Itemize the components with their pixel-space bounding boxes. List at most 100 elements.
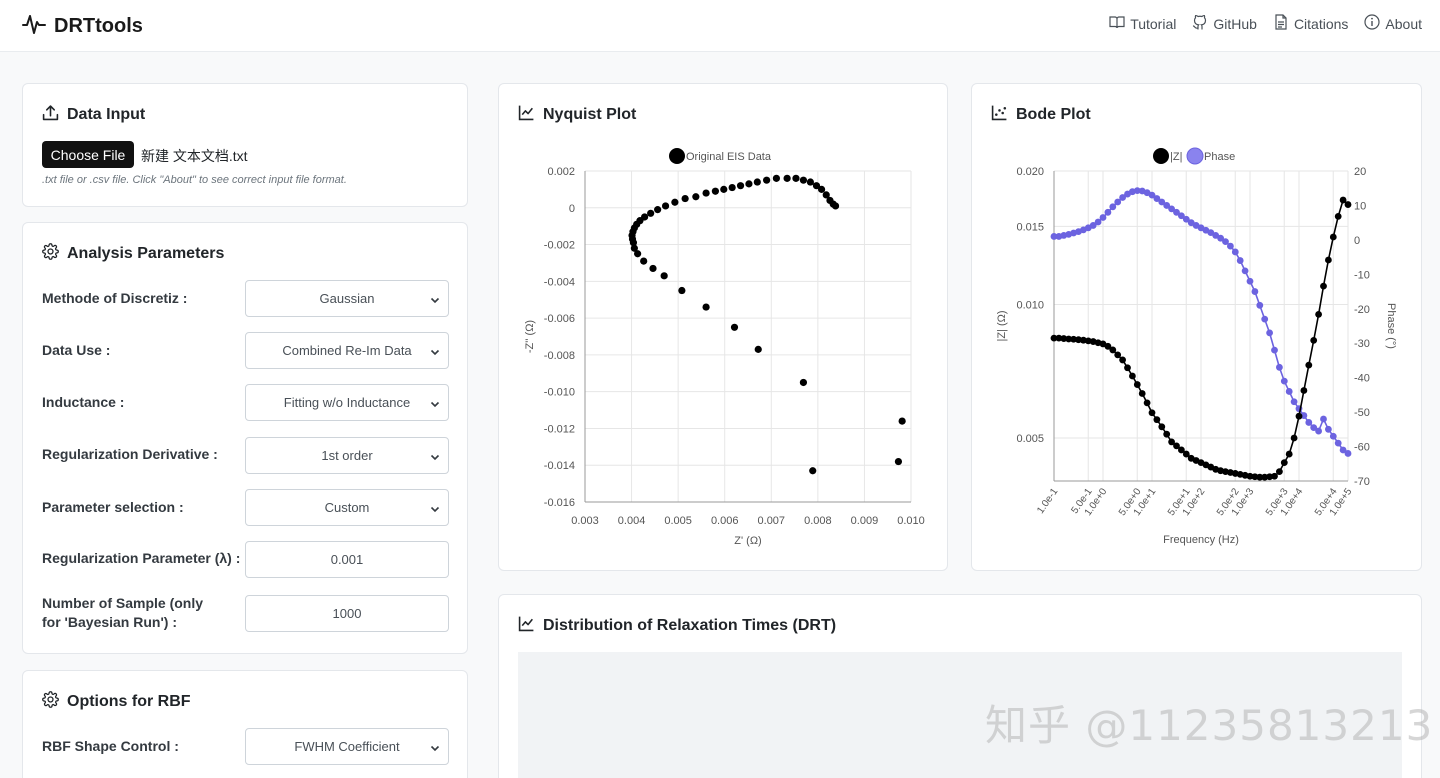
magnitude-point: [1285, 450, 1293, 458]
selected-file-name: 新建 文本文档.txt: [141, 148, 248, 164]
param-label-parameter-selection: Parameter selection :: [42, 499, 184, 515]
analysis-parameters-title: Analysis Parameters: [67, 245, 225, 262]
nyquist-card: Nyquist Plot 0.003 0.004 0.005 0.006 0.007 0.…: [498, 83, 948, 571]
brand[interactable]: DRTtools: [22, 12, 143, 41]
data-point: [711, 187, 719, 195]
nav-citations[interactable]: Citations: [1273, 14, 1348, 33]
phase-point: [1241, 267, 1249, 275]
param-label-data-use: Data Use :: [42, 342, 111, 358]
phase-point: [1099, 214, 1107, 221]
y-axis-title: |Z| (Ω): [996, 310, 1008, 341]
data-point: [736, 182, 745, 190]
magnitude-point: [1344, 201, 1352, 208]
nav-tutorial[interactable]: Tutorial: [1109, 14, 1176, 33]
y2-tick-label: -10: [1354, 269, 1370, 281]
magnitude-point: [1109, 346, 1117, 354]
y2-axis-title: Phase (°): [1385, 303, 1397, 349]
github-icon: [1192, 14, 1208, 33]
x-tick-label: 0.007: [758, 515, 786, 527]
x-tick-label: 0.004: [618, 515, 646, 527]
nav-about-label: About: [1385, 15, 1422, 32]
phase-point: [1305, 419, 1313, 426]
data-point: [634, 250, 642, 258]
magnitude-point: [1163, 430, 1171, 438]
analysis-parameters-heading: Analysis Parameters: [42, 243, 224, 265]
chevron-down-icon: [430, 741, 440, 756]
data-point: [792, 174, 800, 182]
inductance-select-value: Fitting w/o Inductance: [283, 395, 411, 410]
chevron-down-icon: [430, 293, 440, 308]
magnitude-point: [1290, 434, 1298, 442]
y-tick-label: -0.010: [544, 387, 575, 399]
data-point: [654, 206, 662, 214]
discretization-select[interactable]: Gaussian: [245, 280, 449, 317]
param-label-regularization-parameter: Regularization Parameter (λ) :: [42, 550, 241, 566]
data-input-card: Data Input Choose File 新建 文本文档.txt .txt …: [22, 83, 468, 207]
magnitude-point: [1280, 459, 1288, 467]
phase-point: [1320, 415, 1327, 423]
rbf-shape-control-select[interactable]: FWHM Coefficient: [245, 728, 449, 765]
data-point: [649, 264, 657, 273]
param-label-inductance: Inductance :: [42, 394, 125, 410]
magnitude-point: [1143, 399, 1151, 407]
regularization-derivative-select[interactable]: 1st order: [245, 437, 449, 474]
data-point: [720, 185, 728, 193]
choose-file-button[interactable]: Choose File: [42, 141, 134, 168]
param-label-discretization: Methode of Discretiz :: [42, 290, 188, 306]
bode-title: Bode Plot: [1016, 106, 1091, 123]
y2-tick-label: 10: [1354, 200, 1366, 212]
scatter-chart-icon: [991, 104, 1008, 126]
data-point: [640, 257, 648, 265]
data-point: [678, 286, 686, 295]
phase-point: [1315, 427, 1322, 435]
y-tick-label: -0.014: [544, 460, 575, 472]
magnitude-point: [1129, 372, 1136, 380]
y-tick-label: -0.008: [544, 350, 575, 362]
data-point: [809, 467, 817, 475]
magnitude-point: [1300, 387, 1308, 394]
phase-point: [1227, 242, 1234, 250]
data-point: [702, 189, 710, 197]
top-nav: Tutorial GitHub Citations About: [1109, 14, 1422, 33]
param-label-regularization-derivative: Regularization Derivative :: [42, 446, 218, 462]
rbf-options-card: Options for RBF RBF Shape Control : FWHM…: [22, 670, 468, 778]
gear-icon: [42, 691, 59, 713]
y2-tick-label: 20: [1354, 166, 1366, 178]
info-icon: [1364, 14, 1381, 33]
inductance-select[interactable]: Fitting w/o Inductance: [245, 384, 449, 421]
y2-tick-label: -70: [1354, 476, 1370, 488]
magnitude-point: [1315, 310, 1322, 318]
magnitude-point: [1295, 412, 1303, 420]
watermark-text: 知乎 @11235813213: [985, 701, 1434, 750]
magnitude-point: [1158, 423, 1166, 431]
phase-point: [1109, 203, 1117, 211]
y-tick-label: 0.015: [1016, 221, 1044, 233]
number-of-sample-input[interactable]: 1000: [245, 595, 449, 632]
parameter-selection-select[interactable]: Custom: [245, 489, 449, 526]
phase-point: [1246, 277, 1254, 285]
regularization-parameter-input[interactable]: 0.001: [245, 541, 449, 578]
x-tick-label: 0.010: [897, 515, 925, 527]
param-label-number-of-sample: Number of Sample (only for 'Bayesian Run…: [42, 595, 204, 630]
y-tick-label: -0.002: [544, 240, 575, 252]
nyquist-title: Nyquist Plot: [543, 106, 637, 123]
nav-about[interactable]: About: [1364, 14, 1422, 33]
data-point: [822, 191, 830, 199]
phase-point: [1276, 363, 1283, 371]
nav-github[interactable]: GitHub: [1192, 14, 1257, 33]
legend-marker-phase: [1186, 147, 1204, 165]
line-chart-icon: [518, 104, 535, 126]
y-tick-label: -0.006: [544, 313, 575, 325]
y2-tick-label: -40: [1354, 373, 1370, 385]
y2-tick-label: -50: [1354, 407, 1370, 419]
y-tick-label: -0.016: [544, 497, 575, 509]
nyquist-heading: Nyquist Plot: [518, 104, 636, 126]
legend-label-magnitude: |Z|: [1170, 151, 1182, 163]
data-use-select[interactable]: Combined Re-Im Data: [245, 332, 449, 369]
phase-point: [1256, 301, 1264, 309]
data-point: [753, 178, 761, 186]
data-point: [745, 180, 753, 188]
chevron-down-icon: [430, 345, 440, 360]
phase-point: [1266, 329, 1273, 337]
param-label-rbf-shape-control: RBF Shape Control :: [42, 738, 179, 754]
